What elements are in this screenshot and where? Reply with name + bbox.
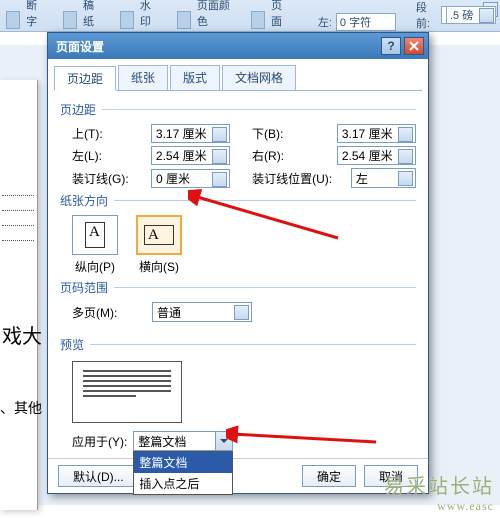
watermark-icon[interactable] <box>120 11 134 29</box>
tab-grid[interactable]: 文档网格 <box>222 65 296 90</box>
label-left: 左(L): <box>72 147 143 164</box>
orientation-landscape[interactable]: 横向(S) <box>136 215 182 275</box>
label-bottom: 下(B): <box>252 125 329 142</box>
ribbon-left-label: 左: <box>318 14 332 30</box>
ribbon: 断字 稿纸 水印 页面颜色 页面 左: 0 字符 段前: 17 磅 .5 磅 <box>0 0 500 32</box>
input-gutter[interactable]: 0 厘米 <box>151 169 230 188</box>
page-color-icon[interactable] <box>177 11 191 29</box>
page-setup-dialog: 页面设置 ? 页边距 纸张 版式 文档网格 页边距 上(T): 3.17 厘米 … <box>47 32 429 494</box>
tab-margins[interactable]: 页边距 <box>54 66 116 91</box>
label-right: 右(R): <box>252 147 329 164</box>
tab-paper[interactable]: 纸张 <box>118 65 168 90</box>
close-icon <box>409 41 419 51</box>
page-icon[interactable] <box>251 11 265 29</box>
tab-strip: 页边距 纸张 版式 文档网格 <box>54 65 422 91</box>
input-bottom[interactable]: 3.17 厘米 <box>337 124 416 143</box>
apply-to-dropdown: 整篇文档 插入点之后 <box>133 451 233 495</box>
select-multi[interactable]: 普通 <box>152 302 252 322</box>
ribbon-before-label: 段前: <box>416 0 437 31</box>
ribbon-manuscript[interactable]: 稿纸 <box>83 0 100 31</box>
manuscript-icon[interactable] <box>63 11 77 29</box>
dialog-title: 页面设置 <box>56 38 104 55</box>
group-orientation: 纸张方向 <box>60 192 108 209</box>
ribbon-watermark[interactable]: 水印 <box>140 0 157 31</box>
ok-button[interactable]: 确定 <box>302 465 356 487</box>
hyphenation-icon[interactable] <box>6 11 20 29</box>
close-button[interactable] <box>404 37 424 55</box>
label-multi: 多页(M): <box>72 304 144 321</box>
chevron-down-icon <box>215 432 232 450</box>
ribbon-extra-spin[interactable]: .5 磅 <box>446 6 496 24</box>
doc-text-2: 、其他 <box>0 398 42 418</box>
preview-pane <box>72 361 182 423</box>
input-left[interactable]: 2.54 厘米 <box>151 146 230 165</box>
label-gutter: 装订线(G): <box>72 170 143 187</box>
group-page-range: 页码范围 <box>60 279 108 296</box>
select-gutter-pos[interactable]: 左 <box>351 168 416 188</box>
input-right[interactable]: 2.54 厘米 <box>337 146 416 165</box>
group-preview: 预览 <box>60 336 84 353</box>
document-page <box>0 80 38 510</box>
select-apply-to[interactable]: 整篇文档 整篇文档 插入点之后 <box>133 431 233 451</box>
landscape-icon <box>144 225 174 245</box>
dialog-titlebar[interactable]: 页面设置 ? <box>48 33 428 59</box>
help-button[interactable]: ? <box>381 37 401 55</box>
portrait-icon <box>85 222 105 248</box>
apply-opt-whole-doc[interactable]: 整篇文档 <box>134 452 232 473</box>
orientation-portrait[interactable]: 纵向(P) <box>72 215 118 275</box>
group-margins: 页边距 <box>60 101 96 118</box>
watermark: 易采站长站 www.easc <box>384 470 494 514</box>
label-top: 上(T): <box>72 125 143 142</box>
ribbon-pagecolor[interactable]: 页面颜色 <box>197 0 231 31</box>
tab-layout[interactable]: 版式 <box>170 65 220 90</box>
ribbon-hyphenation[interactable]: 断字 <box>26 0 43 31</box>
input-top[interactable]: 3.17 厘米 <box>151 124 230 143</box>
doc-text-1: 戏大 <box>2 320 42 349</box>
ribbon-left-spin[interactable]: 0 字符 <box>336 13 396 31</box>
apply-opt-after-cursor[interactable]: 插入点之后 <box>134 473 232 494</box>
label-apply-to: 应用于(Y): <box>72 433 127 450</box>
default-button[interactable]: 默认(D)... <box>58 465 139 487</box>
label-gutter-pos: 装订线位置(U): <box>252 170 343 187</box>
ribbon-page[interactable]: 页面 <box>271 0 288 31</box>
